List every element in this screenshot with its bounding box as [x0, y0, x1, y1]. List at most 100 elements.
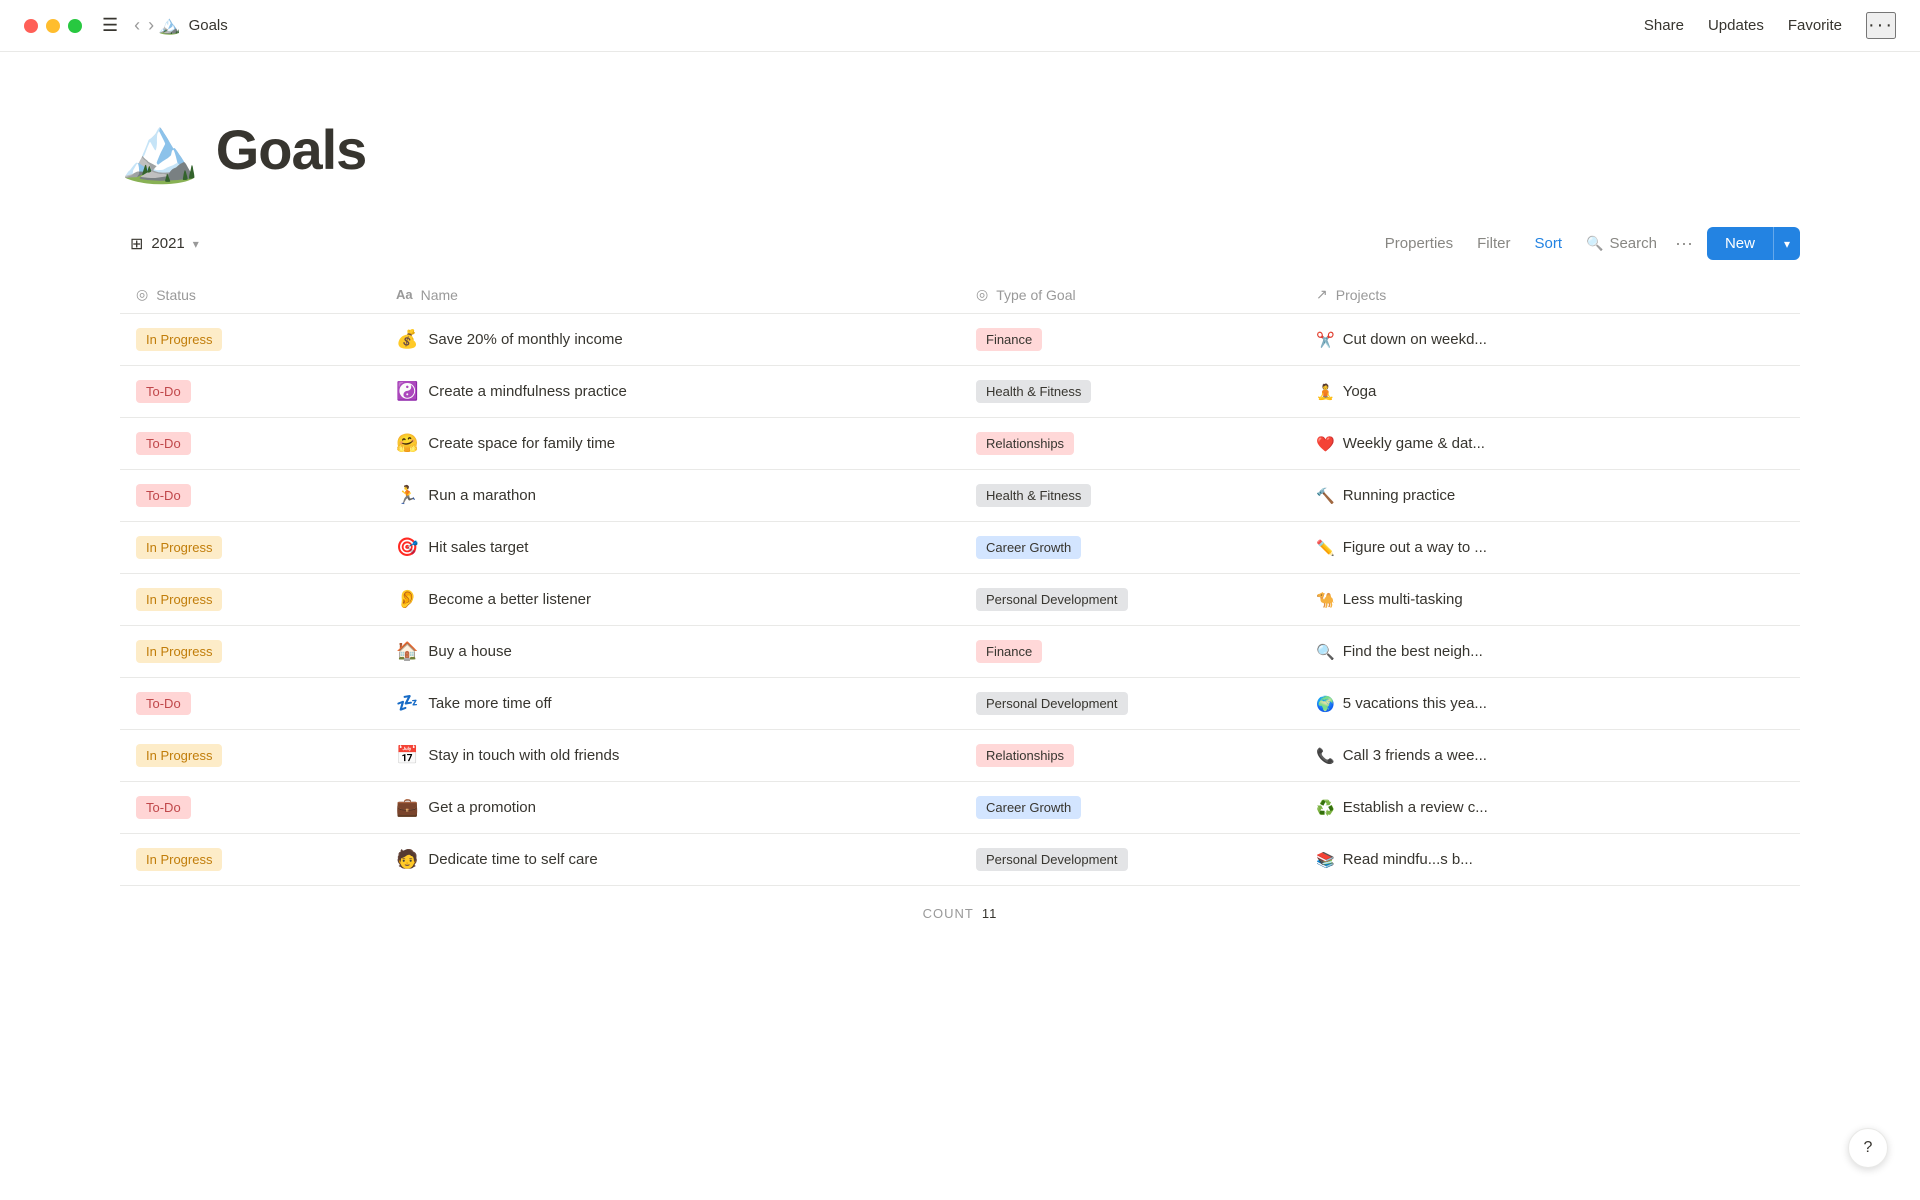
cell-project-0[interactable]: ✂️ Cut down on weekd...: [1300, 314, 1800, 365]
cell-name-6[interactable]: 🏠 Buy a house: [380, 626, 960, 677]
cell-type-10: Personal Development: [960, 834, 1300, 885]
cell-project-1[interactable]: 🧘 Yoga: [1300, 366, 1800, 417]
cell-status-3: To-Do: [120, 470, 380, 521]
page-header: 🏔️ Goals: [120, 112, 1800, 187]
cell-project-7[interactable]: 🌍 5 vacations this yea...: [1300, 678, 1800, 729]
project-emoji-10: 📚: [1316, 851, 1335, 869]
cell-name-9[interactable]: 💼 Get a promotion: [380, 782, 960, 833]
updates-button[interactable]: Updates: [1708, 17, 1764, 34]
project-name-3: Running practice: [1343, 487, 1456, 504]
back-button[interactable]: ‹: [130, 11, 144, 40]
sidebar-toggle[interactable]: ☰: [102, 15, 118, 36]
cell-status-7: To-Do: [120, 678, 380, 729]
row-emoji-1: ☯️: [396, 381, 418, 402]
type-badge-3: Health & Fitness: [976, 484, 1091, 507]
forward-button[interactable]: ›: [144, 11, 158, 40]
cell-name-0[interactable]: 💰 Save 20% of monthly income: [380, 314, 960, 365]
cell-type-5: Personal Development: [960, 574, 1300, 625]
type-badge-8: Relationships: [976, 744, 1074, 767]
cell-project-5[interactable]: 🐪 Less multi-tasking: [1300, 574, 1800, 625]
cell-project-2[interactable]: ❤️ Weekly game & dat...: [1300, 418, 1800, 469]
filter-button[interactable]: Filter: [1465, 229, 1522, 258]
project-emoji-1: 🧘: [1316, 383, 1335, 401]
cell-name-10[interactable]: 🧑 Dedicate time to self care: [380, 834, 960, 885]
status-badge-9: To-Do: [136, 796, 191, 819]
project-name-2: Weekly game & dat...: [1343, 435, 1485, 452]
table-row[interactable]: In Progress 🏠 Buy a house Finance 🔍 Find…: [120, 626, 1800, 678]
status-badge-4: In Progress: [136, 536, 222, 559]
cell-type-2: Relationships: [960, 418, 1300, 469]
cell-project-4[interactable]: ✏️ Figure out a way to ...: [1300, 522, 1800, 573]
type-badge-10: Personal Development: [976, 848, 1128, 871]
minimize-button[interactable]: [46, 19, 60, 33]
row-emoji-5: 👂: [396, 589, 418, 610]
table-row[interactable]: To-Do 🏃 Run a marathon Health & Fitness …: [120, 470, 1800, 522]
cell-project-9[interactable]: ♻️ Establish a review c...: [1300, 782, 1800, 833]
status-badge-10: In Progress: [136, 848, 222, 871]
row-name-2: Create space for family time: [428, 435, 615, 452]
table-row[interactable]: To-Do 💤 Take more time off Personal Deve…: [120, 678, 1800, 730]
cell-type-6: Finance: [960, 626, 1300, 677]
row-name-1: Create a mindfulness practice: [428, 383, 626, 400]
table-row[interactable]: In Progress 📅 Stay in touch with old fri…: [120, 730, 1800, 782]
type-badge-7: Personal Development: [976, 692, 1128, 715]
cell-name-2[interactable]: 🤗 Create space for family time: [380, 418, 960, 469]
favorite-button[interactable]: Favorite: [1788, 17, 1842, 34]
status-col-icon: ◎: [136, 286, 148, 303]
col-name-header: Aa Name: [380, 276, 960, 313]
cell-type-7: Personal Development: [960, 678, 1300, 729]
project-emoji-7: 🌍: [1316, 695, 1335, 713]
share-button[interactable]: Share: [1644, 17, 1684, 34]
properties-button[interactable]: Properties: [1373, 229, 1465, 258]
row-name-10: Dedicate time to self care: [428, 851, 597, 868]
row-name-7: Take more time off: [428, 695, 551, 712]
cell-project-6[interactable]: 🔍 Find the best neigh...: [1300, 626, 1800, 677]
type-badge-0: Finance: [976, 328, 1042, 351]
maximize-button[interactable]: [68, 19, 82, 33]
cell-status-4: In Progress: [120, 522, 380, 573]
status-badge-5: In Progress: [136, 588, 222, 611]
cell-name-7[interactable]: 💤 Take more time off: [380, 678, 960, 729]
row-name-0: Save 20% of monthly income: [428, 331, 622, 348]
cell-name-4[interactable]: 🎯 Hit sales target: [380, 522, 960, 573]
table-row[interactable]: To-Do 🤗 Create space for family time Rel…: [120, 418, 1800, 470]
table-row[interactable]: To-Do ☯️ Create a mindfulness practice H…: [120, 366, 1800, 418]
row-emoji-0: 💰: [396, 329, 418, 350]
project-name-6: Find the best neigh...: [1343, 643, 1483, 660]
more-options-button[interactable]: ···: [1866, 12, 1896, 39]
sort-button[interactable]: Sort: [1522, 229, 1574, 258]
page-title: Goals: [216, 117, 367, 182]
view-selector[interactable]: ⊞ 2021 ▾: [120, 228, 209, 260]
status-badge-6: In Progress: [136, 640, 222, 663]
table-row[interactable]: In Progress 💰 Save 20% of monthly income…: [120, 314, 1800, 366]
new-dropdown-button[interactable]: ▾: [1773, 227, 1800, 260]
row-emoji-4: 🎯: [396, 537, 418, 558]
table-row[interactable]: To-Do 💼 Get a promotion Career Growth ♻️…: [120, 782, 1800, 834]
table-row[interactable]: In Progress 🧑 Dedicate time to self care…: [120, 834, 1800, 886]
close-button[interactable]: [24, 19, 38, 33]
cell-project-10[interactable]: 📚 Read mindfu...s b...: [1300, 834, 1800, 885]
projects-col-icon: ↗: [1316, 286, 1328, 303]
cell-name-1[interactable]: ☯️ Create a mindfulness practice: [380, 366, 960, 417]
search-button[interactable]: 🔍 Search: [1574, 229, 1669, 258]
row-name-8: Stay in touch with old friends: [428, 747, 619, 764]
cell-name-5[interactable]: 👂 Become a better listener: [380, 574, 960, 625]
table-row[interactable]: In Progress 🎯 Hit sales target Career Gr…: [120, 522, 1800, 574]
help-button[interactable]: ?: [1848, 1128, 1888, 1168]
cell-project-8[interactable]: 📞 Call 3 friends a wee...: [1300, 730, 1800, 781]
cell-name-8[interactable]: 📅 Stay in touch with old friends: [380, 730, 960, 781]
search-icon: 🔍: [1586, 235, 1603, 252]
toolbar-more-button[interactable]: ···: [1669, 227, 1699, 260]
type-badge-2: Relationships: [976, 432, 1074, 455]
project-emoji-0: ✂️: [1316, 331, 1335, 349]
col-projects-header: ↗ Projects: [1300, 276, 1800, 313]
table-row[interactable]: In Progress 👂 Become a better listener P…: [120, 574, 1800, 626]
type-badge-9: Career Growth: [976, 796, 1081, 819]
cell-type-1: Health & Fitness: [960, 366, 1300, 417]
new-button[interactable]: New: [1707, 227, 1773, 260]
status-badge-8: In Progress: [136, 744, 222, 767]
cell-name-3[interactable]: 🏃 Run a marathon: [380, 470, 960, 521]
cell-project-3[interactable]: 🔨 Running practice: [1300, 470, 1800, 521]
row-emoji-10: 🧑: [396, 849, 418, 870]
view-label: 2021: [151, 235, 184, 252]
